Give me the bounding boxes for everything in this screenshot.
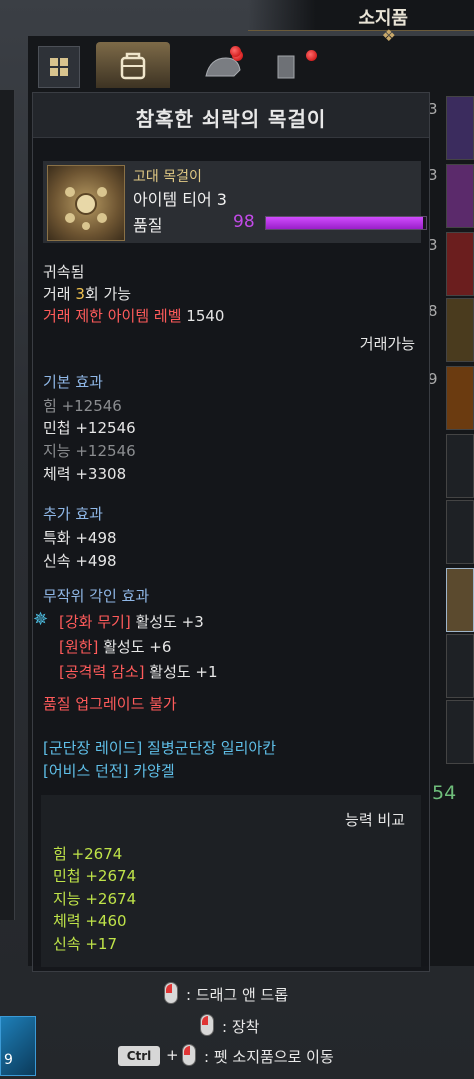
engraving-line: [강화 무기] 활성도 +3 <box>59 613 204 631</box>
item-tooltip: 참혹한 쇠락의 목걸이 고대 목걸이 아이템 티어 3 품질 98 귀속됨 거래… <box>32 92 430 972</box>
bag-tab[interactable] <box>96 42 170 88</box>
inventory-slot[interactable] <box>446 366 474 430</box>
necklace-icon <box>47 165 125 241</box>
drag-hint: : 드래그 앤 드롭 <box>186 986 289 1004</box>
inventory-header: 소지품 ❖ <box>248 0 474 45</box>
stat-line: 지능 +12546 <box>43 442 136 460</box>
quality-bar <box>265 216 427 230</box>
grid-icon <box>50 58 68 76</box>
left-panel-edge <box>0 90 15 920</box>
engraving-heading: 무작위 각인 효과 <box>43 587 150 605</box>
trade-count: 거래 3회 가능 <box>43 285 132 303</box>
stat-line: 민첩 +12546 <box>43 419 136 437</box>
mouse-right-icon <box>200 1014 214 1036</box>
book-tab[interactable] <box>268 46 340 88</box>
skill-slot-number: 9 <box>4 1052 13 1068</box>
notification-dot <box>306 50 317 61</box>
item-grade: 고대 목걸이 <box>133 169 202 185</box>
source-line: [군단장 레이드] 질병군단장 일리아칸 <box>43 739 277 757</box>
tooltip-title-bar: 참혹한 쇠락의 목걸이 <box>33 93 429 138</box>
extra-effects-heading: 추가 효과 <box>43 505 103 523</box>
grid-tab[interactable] <box>38 46 80 88</box>
tradeable-status: 거래가능 <box>359 335 415 353</box>
compare-line: 민첩 +2674 <box>53 867 137 885</box>
gold-amount: 54 <box>432 782 457 804</box>
compare-heading: 능력 비교 <box>345 811 405 829</box>
base-effects-heading: 기본 효과 <box>43 373 103 391</box>
ornament-icon: ❖ <box>381 26 396 45</box>
stat-line: 특화 +498 <box>43 529 117 547</box>
inventory-slot[interactable] <box>446 298 474 362</box>
notification-dot <box>230 46 241 57</box>
trade-limit: 거래 제한 아이템 레벨 1540 <box>43 307 225 325</box>
source-line: [어비스 던전] 카양겔 <box>43 762 175 780</box>
book-icon <box>277 55 295 79</box>
stat-compare-box: 능력 비교 힘 +2674 민첩 +2674 지능 +2674 체력 +460 … <box>41 795 421 967</box>
plus-sign: + <box>166 1046 179 1064</box>
compare-line: 힘 +2674 <box>53 845 123 863</box>
compare-line: 체력 +460 <box>53 912 127 930</box>
upgrade-notice: 품질 업그레이드 불가 <box>43 695 177 713</box>
stat-line: 힘 +12546 <box>43 397 122 415</box>
inventory-slot[interactable] <box>446 634 474 698</box>
helmet-tab[interactable] <box>188 46 260 88</box>
inventory-slot[interactable] <box>446 232 474 296</box>
inventory-slot[interactable] <box>446 568 474 632</box>
engraving-line: [원한] 활성도 +6 <box>59 638 172 656</box>
helmet-icon <box>205 57 241 77</box>
stat-line: 체력 +3308 <box>43 465 127 483</box>
inventory-slot[interactable] <box>446 96 474 160</box>
item-summary: 고대 목걸이 아이템 티어 3 품질 98 <box>43 161 427 243</box>
inventory-slot[interactable] <box>446 434 474 498</box>
quality-label: 품질 <box>133 216 163 235</box>
compare-line: 신속 +17 <box>53 935 118 953</box>
item-tier: 아이템 티어 3 <box>133 190 227 209</box>
control-hints: : 드래그 앤 드롭 : 장착 Ctrl + : 펫 소지품으로 이동 <box>0 978 474 1079</box>
pet-move-hint: : 펫 소지품으로 이동 <box>204 1048 334 1066</box>
quality-value: 98 <box>233 212 255 232</box>
quality-bar-fill <box>266 217 423 229</box>
bag-icon <box>120 52 146 80</box>
engraving-line: [공격력 감소] 활성도 +1 <box>59 663 218 681</box>
engraving-gear-icon: ✵ <box>33 609 49 630</box>
inventory-slot[interactable] <box>446 164 474 228</box>
compare-line: 지능 +2674 <box>53 890 137 908</box>
inventory-slot[interactable] <box>446 700 474 764</box>
equip-hint: : 장착 <box>222 1018 260 1036</box>
ctrl-key-icon: Ctrl <box>118 1046 160 1066</box>
bound-status: 귀속됨 <box>43 263 85 281</box>
stat-line: 신속 +498 <box>43 552 117 570</box>
inventory-slot[interactable] <box>446 500 474 564</box>
mouse-left-icon <box>164 982 178 1004</box>
mouse-right-icon <box>182 1044 196 1066</box>
item-name: 참혹한 쇠락의 목걸이 <box>135 107 327 131</box>
